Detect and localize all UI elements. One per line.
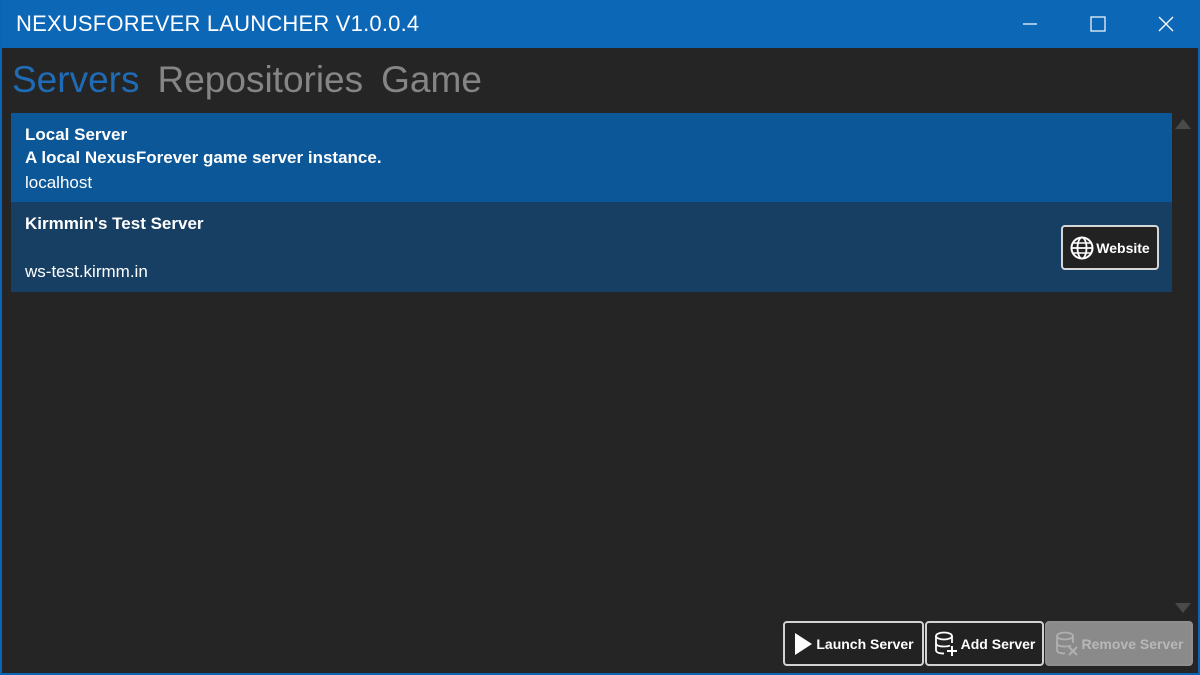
close-button[interactable] <box>1136 0 1196 48</box>
scroll-down-arrow-icon[interactable] <box>1174 602 1192 614</box>
server-row-kirmmin[interactable]: Kirmmin's Test Server ws-test.kirmm.in W… <box>11 202 1172 292</box>
main-tabs: Servers Repositories Game <box>12 56 482 104</box>
tab-game[interactable]: Game <box>381 56 482 104</box>
launch-server-button[interactable]: Launch Server <box>783 621 924 666</box>
add-server-button[interactable]: Add Server <box>925 621 1044 666</box>
close-icon <box>1158 16 1174 32</box>
maximize-icon <box>1090 16 1106 32</box>
tab-repositories[interactable]: Repositories <box>157 56 363 104</box>
server-description: A local NexusForever game server instanc… <box>25 148 382 167</box>
server-host: ws-test.kirmm.in <box>25 262 148 281</box>
maximize-button[interactable] <box>1068 0 1128 48</box>
website-button[interactable]: Website <box>1061 225 1159 270</box>
tab-servers[interactable]: Servers <box>12 56 139 104</box>
minimize-icon <box>1023 23 1037 25</box>
play-icon <box>795 632 813 655</box>
remove-server-label: Remove Server <box>1081 635 1184 652</box>
remove-server-button[interactable]: Remove Server <box>1045 621 1193 666</box>
minimize-button[interactable] <box>1000 0 1060 48</box>
add-server-label: Add Server <box>960 635 1036 652</box>
server-list[interactable]: Local Server A local NexusForever game s… <box>11 113 1172 613</box>
globe-icon <box>1070 236 1094 259</box>
database-add-icon <box>934 631 957 656</box>
server-host: localhost <box>25 173 93 192</box>
scroll-up-arrow-icon[interactable] <box>1174 118 1192 130</box>
launcher-window: NEXUSFOREVER LAUNCHER V1.0.0.4 Servers R… <box>0 0 1200 675</box>
server-row-local[interactable]: Local Server A local NexusForever game s… <box>11 113 1172 202</box>
title-bar[interactable]: NEXUSFOREVER LAUNCHER V1.0.0.4 <box>2 0 1200 48</box>
server-name: Local Server <box>25 125 128 144</box>
window-title: NEXUSFOREVER LAUNCHER V1.0.0.4 <box>16 11 420 36</box>
server-description <box>25 235 1158 259</box>
database-remove-icon <box>1055 631 1078 656</box>
launch-server-label: Launch Server <box>816 635 914 652</box>
website-label: Website <box>1096 239 1150 256</box>
server-name: Kirmmin's Test Server <box>25 214 204 233</box>
